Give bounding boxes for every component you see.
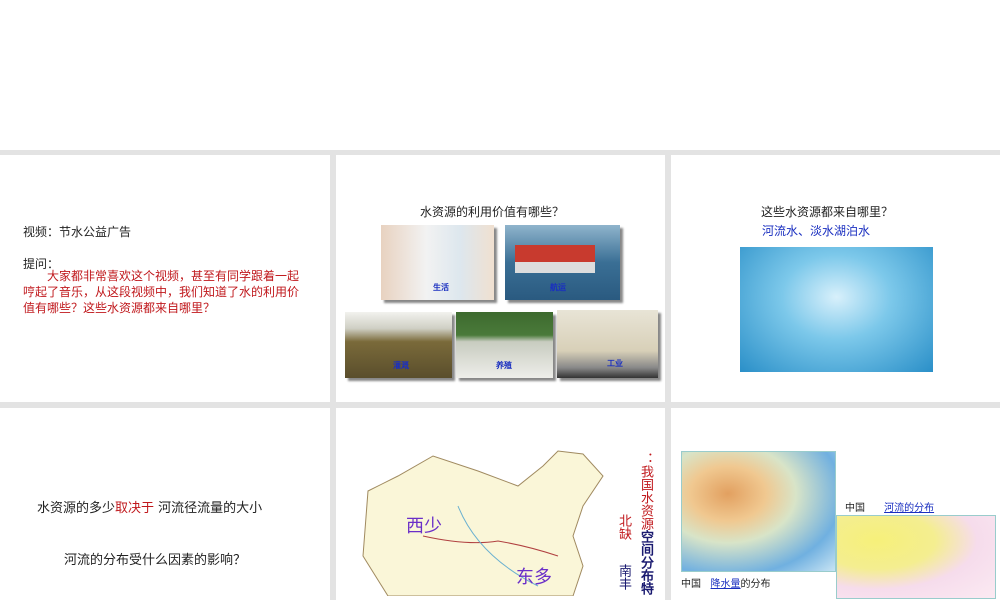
video-title: 视频：节水公益广告 — [23, 225, 132, 239]
east-label: 东多 — [516, 567, 552, 588]
image-label: 生活 — [433, 283, 449, 292]
slide-thumbnail-1[interactable]: 视频：节水公益广告 提问： 大家都非常喜欢这个视频，甚至有同学跟着一起哼起了音乐… — [0, 155, 330, 402]
slide-thumbnail-4[interactable]: 水资源的多少取决于 河流径流量的大小 河流的分布受什么因素的影响？ — [0, 408, 330, 600]
west-label: 西少 — [406, 516, 442, 537]
cooling-tower-image: 工业 — [557, 310, 658, 378]
image-label: 养殖 — [496, 361, 512, 370]
slide-thumbnail-6[interactable]: 中国 降水量的分布 中国 河流的分布 — [671, 408, 1000, 600]
slide-thumbnail-3[interactable]: 这些水资源都来自哪里？ 河流水、淡水湖泊水 — [671, 155, 1000, 402]
title-part-1: ：我国水资源 — [638, 452, 653, 530]
statement-emphasis: 取决于 — [115, 501, 155, 516]
river-question: 河流的分布受什么因素的影响？ — [64, 553, 247, 568]
answer-text: 河流水、淡水湖泊水 — [762, 224, 871, 238]
slide-title: 这些水资源都来自哪里？ — [761, 205, 894, 219]
title-part-2: 空间分布特 — [638, 530, 653, 595]
question-text: 大家都非常喜欢这个视频，甚至有同学跟着一起哼起了音乐，从这段视频中，我们知道了水… — [23, 269, 300, 315]
vertical-title: ：我国水资源空间分布特 — [638, 452, 653, 595]
duck-farming-image: 养殖 — [456, 312, 553, 378]
image-label: 航运 — [550, 283, 566, 292]
slide-thumbnail-5[interactable]: 西少 东多 ：我国水资源空间分布特 北缺 南丰 — [336, 408, 665, 600]
caption-country: 中国 — [845, 503, 865, 514]
south-label-wrap: 南丰 — [616, 564, 631, 590]
north-label: 北缺 — [616, 514, 631, 540]
precipitation-link[interactable]: 降水量 — [711, 579, 741, 590]
drinking-water-image: 生活 — [381, 225, 494, 300]
caption-country: 中国 — [681, 579, 701, 590]
river-map — [836, 515, 996, 599]
water-splash-image — [740, 247, 933, 372]
river-distribution-link[interactable]: 河流的分布 — [884, 503, 934, 514]
north-label-wrap: 北缺 — [616, 514, 631, 540]
statement-part-1: 水资源的多少 — [37, 501, 116, 516]
blank-header-area — [0, 0, 1000, 150]
china-river-map — [362, 450, 604, 596]
statement-part-2: 河流径流量的大小 — [154, 501, 263, 516]
precipitation-map — [681, 451, 836, 572]
slide-thumbnail-2[interactable]: 水资源的利用价值有哪些？ 生活 航运 灌溉 养殖 工业 — [336, 155, 665, 402]
south-label: 南丰 — [616, 564, 631, 590]
caption-suffix: 的分布 — [740, 579, 771, 590]
slide-title: 水资源的利用价值有哪些？ — [420, 205, 565, 219]
cargo-ship-image: 航运 — [505, 225, 620, 300]
ship-hull — [515, 245, 595, 273]
image-label: 工业 — [607, 359, 623, 368]
irrigation-image: 灌溉 — [345, 312, 452, 378]
image-label: 灌溉 — [393, 361, 409, 370]
